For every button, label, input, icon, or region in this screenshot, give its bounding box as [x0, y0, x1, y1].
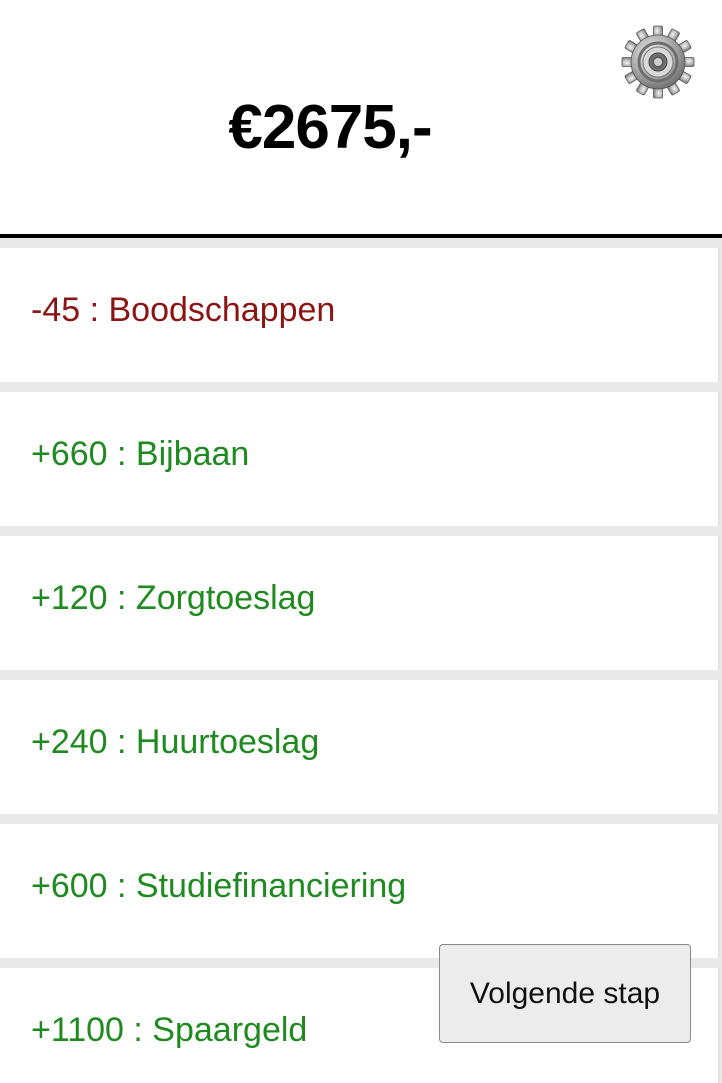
transaction-label: +120 : Zorgtoeslag: [31, 579, 316, 617]
transaction-label: +660 : Bijbaan: [31, 435, 250, 473]
gear-icon[interactable]: [620, 24, 696, 100]
next-step-button[interactable]: Volgende stap: [439, 944, 691, 1043]
transaction-row[interactable]: +120 : Zorgtoeslag: [0, 536, 720, 670]
transaction-row[interactable]: +240 : Huurtoeslag: [0, 680, 720, 814]
transaction-label: +1100 : Spaargeld: [31, 1011, 308, 1049]
transaction-row[interactable]: +660 : Bijbaan: [0, 392, 720, 526]
transaction-row[interactable]: -45 : Boodschappen: [0, 248, 720, 382]
transaction-row[interactable]: +600 : Studiefinanciering: [0, 824, 720, 958]
balance-amount: €2675,-: [228, 93, 432, 162]
balance-header: €2675,-: [0, 0, 722, 238]
app-screen: €2675,- -45: Boodschappen +660: Bijbaa…: [0, 0, 722, 1083]
transaction-label: +240 : Huurtoeslag: [31, 723, 320, 761]
transaction-label: -45 : Boodschappen: [31, 291, 336, 329]
transaction-label: +600 : Studiefinanciering: [31, 867, 407, 905]
